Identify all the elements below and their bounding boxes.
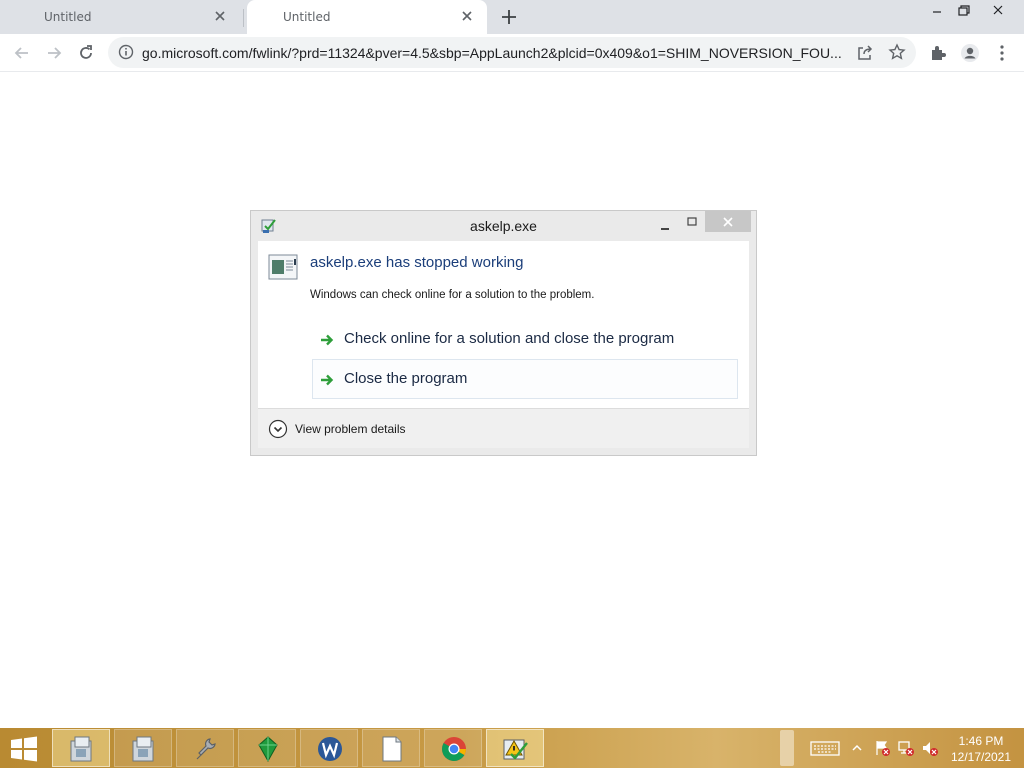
taskbar-scroll-handle[interactable]: [780, 730, 794, 766]
close-window-icon[interactable]: [990, 4, 1006, 18]
clock-date[interactable]: 12/17/2021: [948, 750, 1014, 764]
taskbar-app-installer-2[interactable]: [114, 729, 172, 767]
restore-window-icon[interactable]: [955, 4, 971, 18]
address-bar[interactable]: go.microsoft.com/fwlink/?prd=11324&pver=…: [108, 37, 916, 68]
action-center-flag-icon[interactable]: [873, 739, 891, 757]
green-arrow-icon: [321, 334, 334, 346]
green-gem-icon: [258, 736, 278, 763]
dialog-title: askelp.exe: [470, 218, 537, 234]
error-dialog: askelp.exe askelp.exe has stopped workin…: [250, 210, 757, 456]
tab-title: Untitled: [283, 10, 331, 24]
network-icon[interactable]: [897, 739, 915, 757]
chevron-down-circle-icon[interactable]: [268, 419, 288, 439]
close-icon: [723, 217, 733, 227]
close-program-option[interactable]: Close the program: [312, 359, 738, 399]
taskbar-app-document[interactable]: [362, 729, 420, 767]
url-text[interactable]: go.microsoft.com/fwlink/?prd=11324&pver=…: [142, 45, 842, 61]
dialog-close-button[interactable]: [705, 211, 751, 232]
taskbar-app-tools[interactable]: [176, 729, 234, 767]
windows-start-icon[interactable]: [8, 736, 40, 762]
share-icon[interactable]: [856, 44, 874, 62]
dialog-titlebar[interactable]: askelp.exe: [251, 211, 756, 241]
bookmark-star-icon[interactable]: [888, 43, 906, 61]
taskbar-app-word[interactable]: [300, 729, 358, 767]
minimize-window-icon[interactable]: [929, 4, 945, 18]
taskbar-app-chrome[interactable]: [424, 729, 482, 767]
dialog-maximize-icon[interactable]: [685, 215, 699, 229]
menu-kebab-icon[interactable]: [992, 43, 1012, 63]
taskbar-app-green-gem[interactable]: [238, 729, 296, 767]
tools-icon: [196, 738, 216, 760]
chrome-icon: [442, 737, 466, 762]
forward-icon[interactable]: [44, 43, 64, 63]
profile-avatar-icon[interactable]: [960, 43, 980, 63]
warning-shield-icon: [503, 739, 528, 760]
new-tab-icon[interactable]: [500, 8, 518, 26]
installer-icon: [70, 736, 92, 762]
taskbar-app-installer-1[interactable]: [52, 729, 110, 767]
close-tab-icon[interactable]: [212, 8, 228, 24]
taskbar: 1:46 PM 12/17/2021: [0, 728, 1024, 768]
tab-title: Untitled: [44, 10, 92, 24]
volume-muted-icon[interactable]: [921, 739, 939, 757]
program-window-icon: [268, 254, 298, 280]
browser-toolbar: go.microsoft.com/fwlink/?prd=11324&pver=…: [0, 34, 1024, 72]
dialog-body: askelp.exe has stopped working Windows c…: [258, 241, 749, 408]
option-label: Check online for a solution and close th…: [344, 330, 675, 347]
document-icon: [382, 736, 402, 762]
tab-untitled-1[interactable]: Untitled: [0, 0, 240, 34]
dialog-heading: askelp.exe has stopped working: [310, 254, 524, 271]
green-arrow-icon: [321, 374, 334, 386]
tab-strip: Untitled Untitled: [0, 0, 1024, 34]
clock-time[interactable]: 1:46 PM: [955, 734, 1007, 748]
dialog-minimize-icon[interactable]: [658, 219, 672, 233]
word-icon: [318, 737, 342, 761]
tab-separator: [243, 9, 244, 27]
site-info-icon[interactable]: [118, 44, 134, 60]
dialog-footer: View problem details: [258, 408, 749, 448]
tab-untitled-2[interactable]: Untitled: [247, 0, 487, 34]
extensions-puzzle-icon[interactable]: [928, 43, 948, 63]
view-problem-details-link[interactable]: View problem details: [295, 422, 406, 436]
close-tab-icon[interactable]: [459, 8, 475, 24]
dialog-subtext: Windows can check online for a solution …: [310, 289, 595, 301]
touch-keyboard-icon[interactable]: [810, 739, 840, 757]
reload-icon[interactable]: [76, 43, 96, 63]
check-online-option[interactable]: Check online for a solution and close th…: [312, 319, 738, 359]
option-label: Close the program: [344, 370, 468, 387]
taskbar-app-error-reporting[interactable]: [486, 729, 544, 767]
installer-icon: [132, 736, 154, 762]
show-hidden-icons-chevron-icon[interactable]: [850, 739, 864, 757]
back-icon[interactable]: [12, 43, 32, 63]
